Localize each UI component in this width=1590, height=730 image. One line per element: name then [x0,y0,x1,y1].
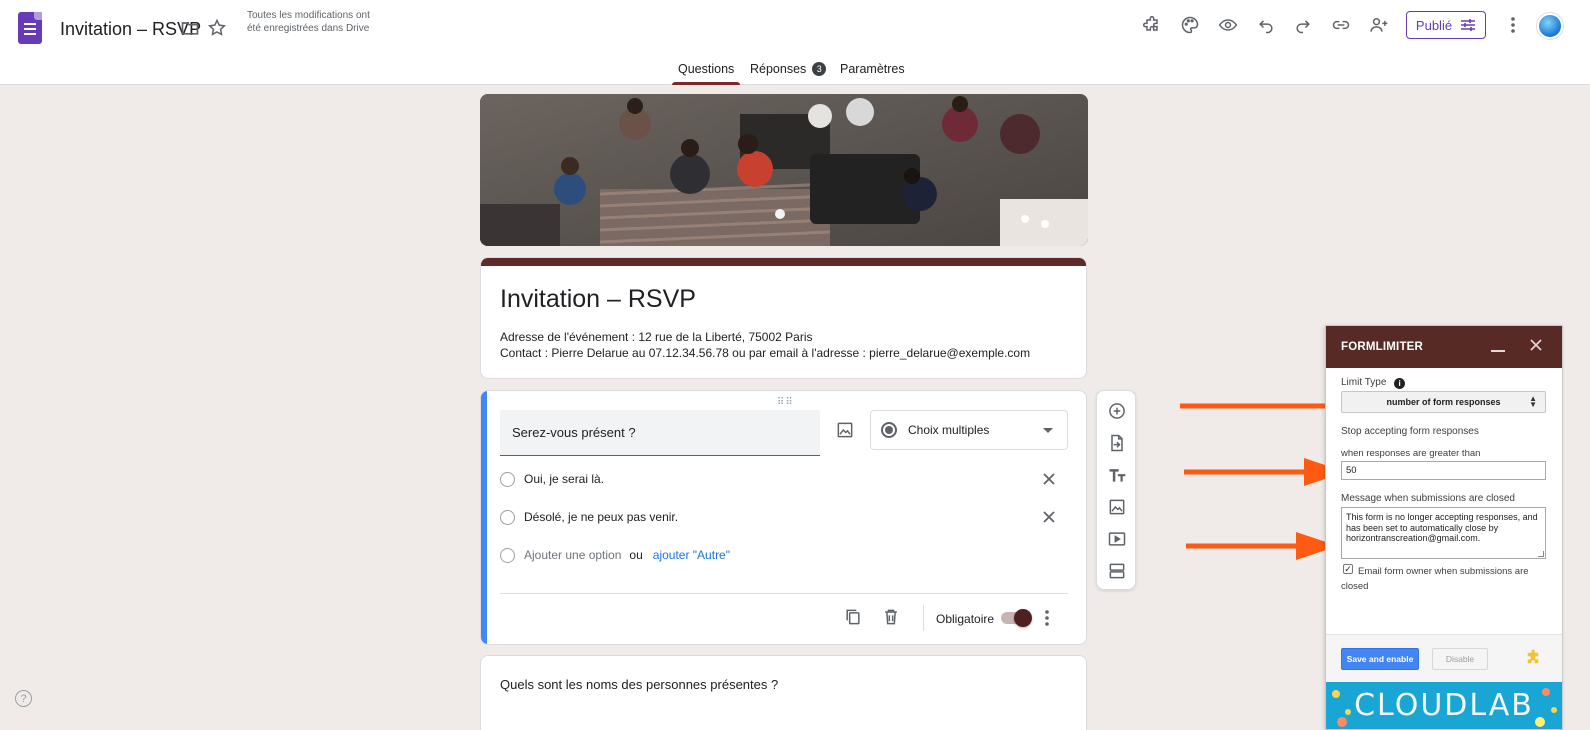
form-description-line-1: Adresse de l'événement : 12 rue de la Li… [500,330,813,344]
help-icon[interactable]: ? [15,690,32,707]
palette-icon[interactable] [1178,13,1202,37]
closed-message-textarea[interactable]: This form is no longer accepting respons… [1341,507,1546,559]
add-other-link[interactable]: ajouter "Autre" [653,548,730,562]
form-title-card[interactable]: Invitation – RSVP Adresse de l'événement… [480,257,1087,379]
question-title[interactable]: Quels sont les noms des personnes présen… [500,677,778,692]
email-owner-label: Email form owner when submissions are cl… [1341,566,1529,592]
undo-icon[interactable] [1254,13,1278,37]
close-icon[interactable] [1528,337,1544,353]
divider [923,605,924,631]
redo-icon[interactable] [1291,13,1315,37]
annotation-arrow [1186,532,1338,560]
limit-type-label: Limit Type i [1341,377,1406,389]
preview-eye-icon[interactable] [1216,13,1240,37]
remove-option-icon[interactable] [1041,471,1057,487]
resize-handle-icon[interactable] [1538,551,1544,557]
tab-questions-label: Questions [678,62,735,76]
floating-question-toolbar [1096,390,1136,590]
option-label[interactable]: Désolé, je ne peux pas venir. [524,510,678,524]
theme-color-band [481,258,1086,266]
delete-icon[interactable] [881,607,901,627]
limit-type-value: number of form responses [1386,397,1501,407]
add-option-or: ou [629,548,643,562]
puzzle-icon[interactable] [1524,649,1542,667]
question-title-input[interactable]: Serez-vous présent ? [500,410,820,456]
more-options-icon[interactable] [1501,13,1525,37]
question-type-label: Choix multiples [908,423,990,437]
user-avatar[interactable] [1537,13,1563,39]
tab-settings-label: Paramètres [840,62,905,76]
google-forms-logo-icon[interactable] [18,12,42,44]
drag-handle-icon[interactable]: ⠿⠿ [777,397,794,408]
tab-bar: Questions Réponses 3 Paramètres [0,56,1590,85]
save-status: Toutes les modifications ont été enregis… [247,10,370,34]
option-row[interactable]: Désolé, je ne peux pas venir. [500,507,678,527]
responses-count-badge: 3 [812,62,827,76]
header-banner-image [480,94,1088,246]
add-collaborator-icon[interactable] [1367,13,1391,37]
add-section-icon[interactable] [1107,561,1127,581]
tab-responses[interactable]: Réponses 3 [750,56,827,84]
updown-arrows-icon: ▲ ▼ [1529,394,1537,409]
folder-icon[interactable] [178,16,202,40]
radio-icon [500,547,515,563]
cloudlab-logo: CLOUDLAB [1326,682,1562,729]
closed-message-label: Message when submissions are closed [1341,493,1515,504]
add-title-icon[interactable] [1107,465,1127,485]
disable-button[interactable]: Disable [1432,648,1488,670]
option-row[interactable]: Oui, je serai là. [500,469,604,489]
settings-sliders-icon [1461,19,1476,31]
formlimiter-footer: Save and enable Disable [1326,635,1562,682]
form-description[interactable]: Adresse de l'événement : 12 rue de la Li… [500,329,1030,361]
chevron-down-icon [1043,428,1053,433]
radio-checked-icon [881,422,897,438]
closed-message-text: This form is no longer accepting respons… [1346,512,1538,543]
tab-questions[interactable]: Questions [672,56,741,85]
email-owner-checkbox[interactable]: ✓ [1343,564,1353,574]
publish-label: Publié [1415,17,1453,33]
formlimiter-header: FORMLIMITER [1326,326,1562,368]
option-label[interactable]: Oui, je serai là. [524,472,604,486]
star-icon[interactable] [205,16,229,40]
add-ons-icon[interactable] [1140,13,1164,37]
question-type-select[interactable]: Choix multiples [870,410,1068,450]
add-option-link[interactable]: Ajouter une option [524,548,621,562]
radio-icon [500,471,515,487]
question-card-active[interactable]: ⠿⠿ Serez-vous présent ? Choix multiples … [480,390,1087,645]
remove-option-icon[interactable] [1041,509,1057,525]
minimize-icon[interactable] [1491,350,1505,352]
add-image-icon[interactable] [835,420,855,440]
save-and-enable-button[interactable]: Save and enable [1341,648,1419,670]
top-bar: Invitation – RSVP Toutes les modificatio… [0,0,1590,85]
radio-icon [500,509,515,525]
limit-type-select[interactable]: number of form responses ▲ ▼ [1341,391,1546,413]
formlimiter-panel: FORMLIMITER Limit Type i number of form … [1325,325,1563,730]
active-question-indicator [481,391,487,644]
threshold-label: when responses are greater than [1341,448,1481,459]
required-toggle[interactable] [1001,609,1032,627]
threshold-input[interactable]: 50 [1341,461,1546,480]
import-questions-icon[interactable] [1107,433,1127,453]
add-question-icon[interactable] [1107,401,1127,421]
cloudlab-wordmark: CLOUDLAB [1354,688,1534,723]
stop-accepting-label: Stop accepting form responses [1341,426,1479,437]
add-option-row: Ajouter une option ou ajouter "Autre" [500,545,730,565]
duplicate-icon[interactable] [843,607,863,627]
required-label: Obligatoire [936,612,995,626]
add-video-icon[interactable] [1107,529,1127,549]
info-icon[interactable]: i [1394,378,1406,389]
form-description-line-2: Contact : Pierre Delarue au 07.12.34.56.… [500,346,1031,360]
link-icon[interactable] [1329,13,1353,37]
more-options-icon[interactable] [1044,609,1052,627]
add-image-icon[interactable] [1107,497,1127,517]
question-card[interactable]: Quels sont les noms des personnes présen… [480,655,1087,730]
tab-responses-label: Réponses [750,62,807,76]
limit-type-label-text: Limit Type [1341,377,1387,388]
publish-button[interactable]: Publié [1406,11,1486,39]
form-title[interactable]: Invitation – RSVP [500,285,696,314]
divider [500,593,1068,594]
formlimiter-title: FORMLIMITER [1341,341,1424,353]
tab-settings[interactable]: Paramètres [840,56,905,84]
